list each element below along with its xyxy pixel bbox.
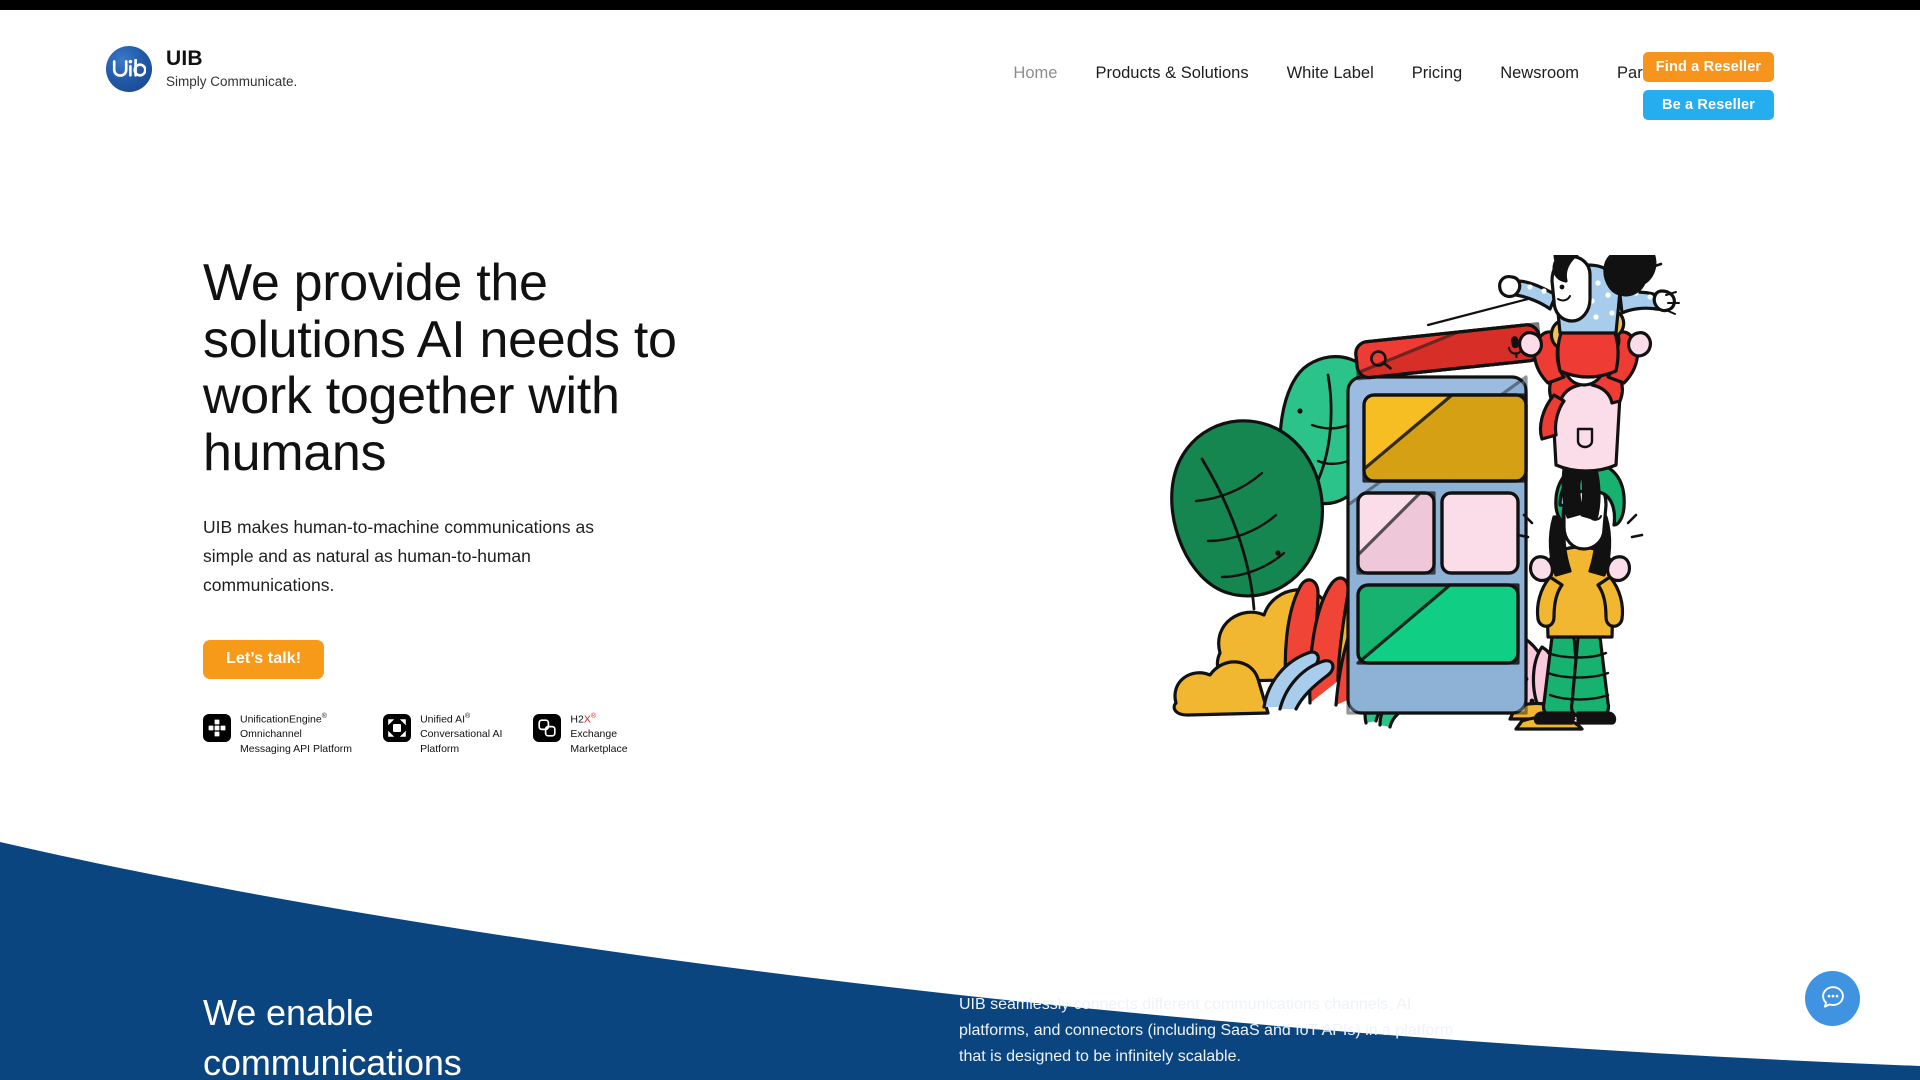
- lets-talk-button[interactable]: Let’s talk!: [203, 639, 325, 679]
- badge-unified-ai-label: Unified AI® Conversational AI Platform: [420, 712, 502, 757]
- grid-plus-icon: [203, 713, 231, 742]
- hero-section: We provide the solutions AI needs to wor…: [0, 130, 1920, 845]
- enable-content: We enable communications UIB seamlessly …: [0, 780, 1920, 1080]
- enable-body: UIB seamlessly connects different commun…: [959, 996, 1454, 1065]
- badge-line3: Messaging API Platform: [240, 743, 353, 756]
- nav-item-pricing[interactable]: Pricing: [1393, 65, 1481, 82]
- nav-item-newsroom[interactable]: Newsroom: [1481, 65, 1598, 82]
- badge-line1: Unified AI: [420, 713, 466, 726]
- hero-copy: We provide the solutions AI needs to wor…: [203, 255, 763, 757]
- badge-line2: Exchange: [570, 728, 618, 741]
- brand-logo[interactable]: UIB Simply Communicate.: [106, 46, 297, 92]
- badge-line1-highlight: X: [583, 713, 591, 726]
- product-badges: UnificationEngine® Omnichannel Messaging…: [203, 712, 763, 757]
- be-a-reseller-button[interactable]: Be a Reseller: [1643, 90, 1774, 120]
- badge-line1: UnificationEngine: [240, 713, 322, 726]
- enable-title-line2: communications: [203, 1041, 462, 1080]
- registered-mark: ®: [321, 712, 327, 720]
- landing-page: UIB Simply Communicate. Home Products & …: [0, 0, 1920, 1080]
- nav-item-home[interactable]: Home: [994, 65, 1076, 82]
- badge-line2: Omnichannel: [240, 728, 302, 741]
- header-cta-group: Find a Reseller Be a Reseller: [1643, 52, 1774, 120]
- app-mockup: [1346, 297, 1543, 715]
- linked-squares-icon: [533, 713, 562, 742]
- badge-unified-ai[interactable]: Unified AI® Conversational AI Platform: [383, 712, 502, 757]
- badge-unificationengine[interactable]: UnificationEngine® Omnichannel Messaging…: [203, 712, 352, 757]
- uib-circle-logo-icon: [106, 46, 152, 92]
- chat-bubble-dots-icon: [1820, 984, 1846, 1013]
- main-navigation: Home Products & Solutions White Label Pr…: [994, 52, 1774, 120]
- badge-h2x-label: H2X® Exchange Marketplace: [570, 712, 627, 757]
- hero-title: We provide the solutions AI needs to wor…: [203, 254, 677, 483]
- nav-item-products-solutions[interactable]: Products & Solutions: [1076, 65, 1267, 82]
- badge-h2x[interactable]: H2X® Exchange Marketplace: [533, 712, 628, 757]
- brand-tagline: Simply Communicate.: [166, 73, 298, 89]
- badge-line1: H2: [570, 713, 584, 726]
- badge-unificationengine-label: UnificationEngine® Omnichannel Messaging…: [240, 712, 352, 757]
- badge-line3: Marketplace: [570, 743, 628, 756]
- site-header: UIB Simply Communicate. Home Products & …: [0, 10, 1920, 130]
- registered-mark: ®: [590, 712, 596, 720]
- hero-subtitle: UIB makes human-to-machine communication…: [203, 516, 594, 595]
- badge-line2: Conversational AI: [420, 728, 503, 741]
- enable-title: We enable communications: [203, 988, 462, 1080]
- brand-text: UIB Simply Communicate.: [166, 47, 297, 92]
- square-frame-icon: [383, 713, 412, 742]
- badge-line3: Platform: [420, 743, 460, 756]
- top-accent-bar: [0, 0, 1920, 10]
- chat-widget-button[interactable]: [1805, 971, 1860, 1026]
- enable-communications-section: We enable communications UIB seamlessly …: [0, 780, 1920, 1080]
- enable-title-line1: We enable: [203, 992, 374, 1033]
- hero-illustration: [1160, 255, 1680, 755]
- brand-name: UIB: [166, 46, 203, 70]
- nav-item-white-label[interactable]: White Label: [1268, 65, 1393, 82]
- find-a-reseller-button[interactable]: Find a Reseller: [1643, 52, 1774, 82]
- registered-mark: ®: [465, 712, 471, 720]
